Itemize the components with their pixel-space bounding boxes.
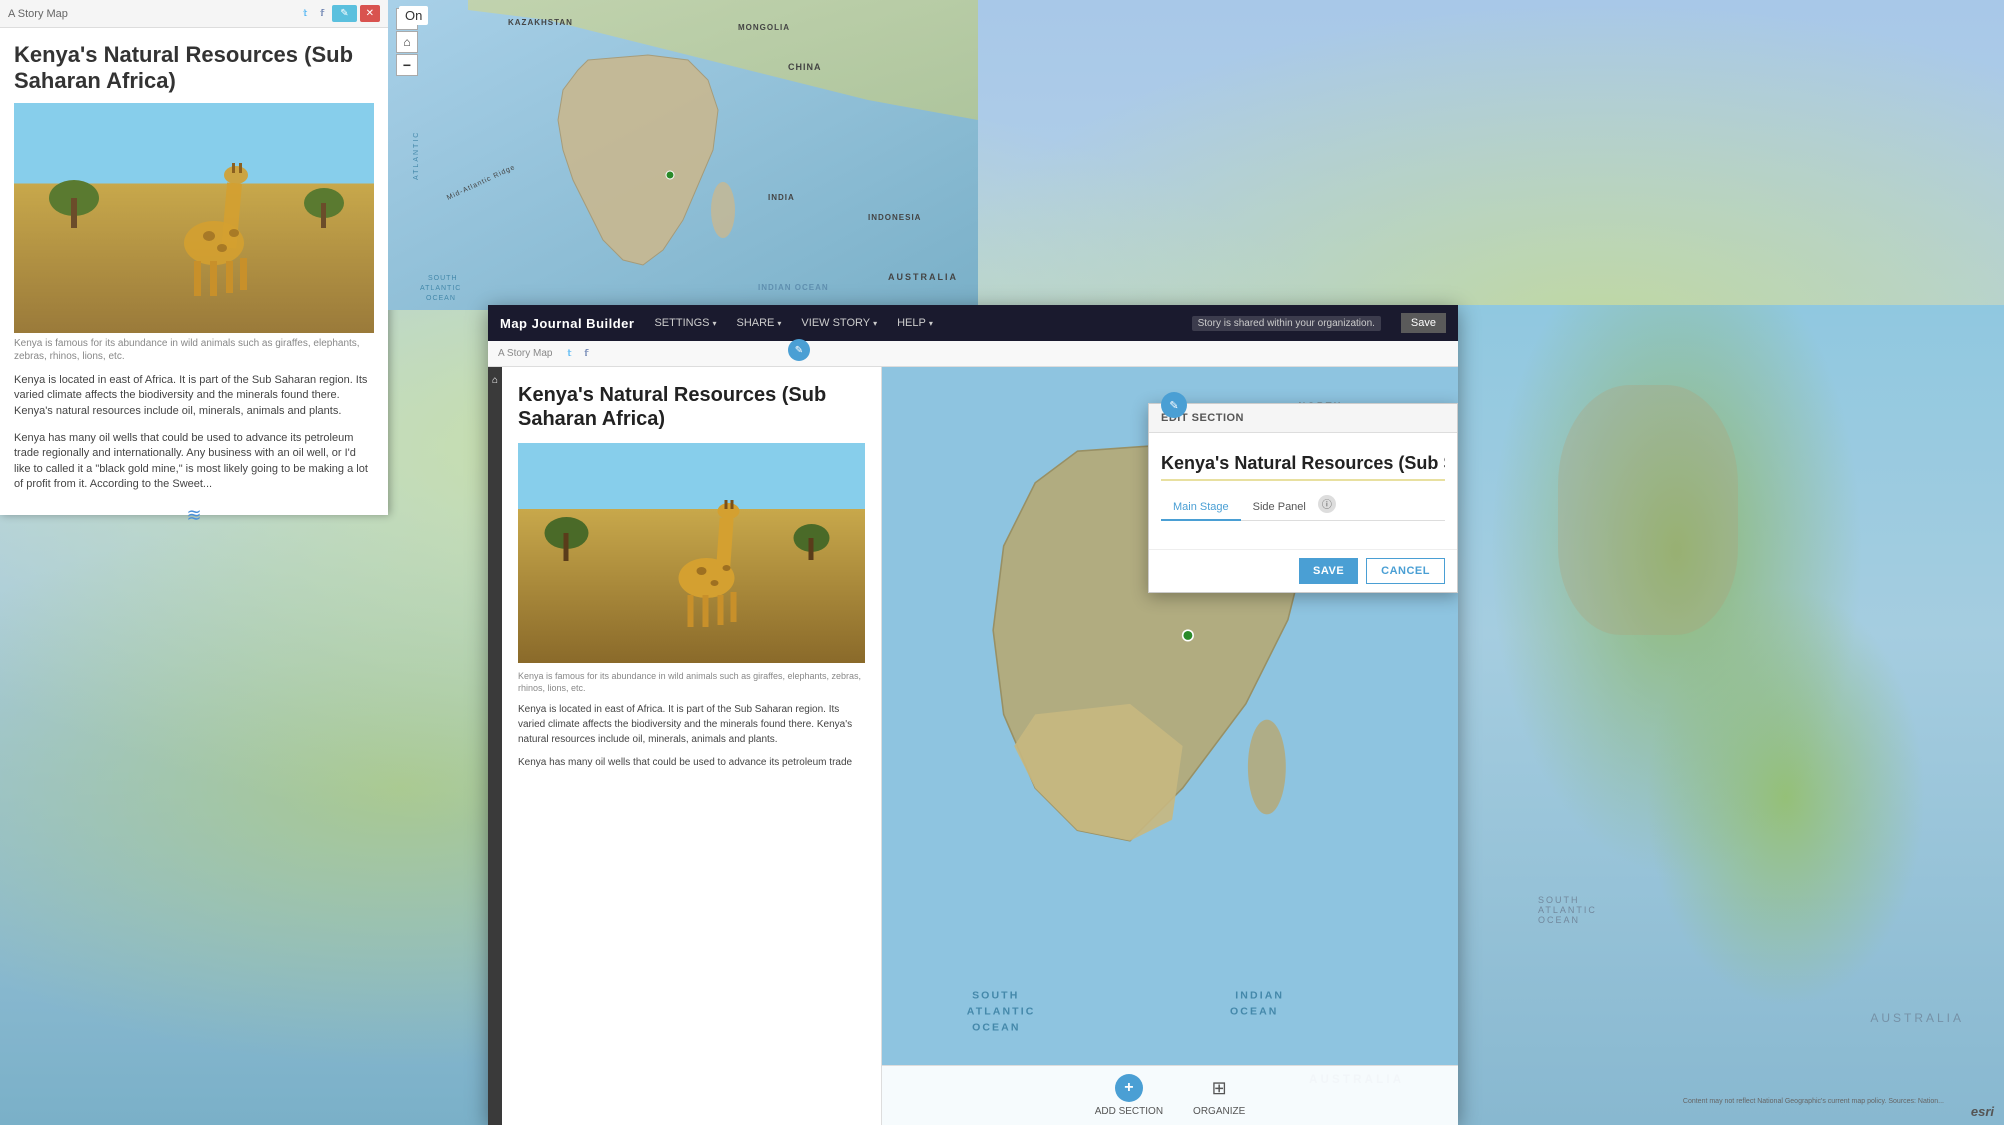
svg-text:OCEAN: OCEAN: [972, 1021, 1021, 1033]
svg-text:AUSTRALIA: AUSTRALIA: [888, 272, 958, 282]
close-button-left[interactable]: ✕: [360, 5, 380, 22]
save-button-header[interactable]: Save: [1401, 313, 1446, 333]
help-chevron: ▾: [929, 319, 933, 328]
view-story-label: VIEW STORY: [801, 317, 870, 329]
svg-text:ATLANTIC: ATLANTIC: [420, 285, 461, 292]
builder-left-image: [518, 443, 865, 663]
svg-text:CHINA: CHINA: [788, 62, 822, 72]
builder-overlay: Map Journal Builder SETTINGS ▾ SHARE ▾ V…: [488, 305, 1458, 1125]
builder-left-title: Kenya's Natural Resources (Sub Saharan A…: [518, 383, 865, 431]
svg-text:INDONESIA: INDONESIA: [868, 213, 921, 222]
help-nav[interactable]: HELP ▾: [897, 317, 933, 329]
twitter-icon-builder[interactable]: 𝕥: [562, 347, 576, 361]
tab-info-icon[interactable]: ⓘ: [1318, 495, 1336, 513]
top-map-content: KAZAKHSTAN MONGOLIA CHINA INDIA INDONESI…: [388, 0, 978, 310]
home-button-top[interactable]: ⌂: [396, 31, 418, 53]
builder-content: ⌂ Kenya's Natural Resources (Sub Saharan…: [488, 367, 1458, 1125]
modal-header: EDIT SECTION: [1149, 404, 1457, 433]
view-story-nav[interactable]: VIEW STORY ▾: [801, 317, 877, 329]
side-panel-tab[interactable]: Side Panel: [1241, 495, 1318, 521]
svg-text:INDIA: INDIA: [768, 193, 795, 202]
story-map-label-left: A Story Map: [8, 8, 68, 20]
edit-section-modal: ✎ EDIT SECTION Main Stage Side Panel ⓘ S…: [1148, 403, 1458, 593]
builder-giraffe-svg: [518, 443, 865, 663]
top-map-panel: KAZAKHSTAN MONGOLIA CHINA INDIA INDONESI…: [388, 0, 978, 310]
story-map-edit-icon[interactable]: ✎: [788, 339, 810, 361]
svg-text:OCEAN: OCEAN: [1230, 1005, 1279, 1017]
top-map-svg: KAZAKHSTAN MONGOLIA CHINA INDIA INDONESI…: [388, 0, 978, 310]
add-section-label: ADD SECTION: [1095, 1106, 1163, 1117]
south-atlantic-label: SOUTHATLANTICOCEAN: [1538, 895, 1597, 925]
add-circle-icon: +: [1115, 1074, 1143, 1102]
left-panel-caption: Kenya is famous for its abundance in wil…: [0, 333, 388, 367]
modal-edit-icon: ✎: [1161, 392, 1187, 418]
zoom-out-button-top[interactable]: −: [396, 54, 418, 76]
share-label: SHARE: [737, 317, 775, 329]
builder-header: Map Journal Builder SETTINGS ▾ SHARE ▾ V…: [488, 305, 1458, 341]
scroll-indicator: ≋: [0, 499, 388, 532]
svg-text:INDIAN OCEAN: INDIAN OCEAN: [758, 283, 829, 292]
organize-label: ORGANIZE: [1193, 1106, 1245, 1117]
settings-chevron: ▾: [712, 319, 716, 328]
edit-button-left[interactable]: ✎: [332, 5, 356, 22]
left-panel-header: A Story Map 𝕥 𝕗 ✎ ✕: [0, 0, 388, 28]
africa-shape-right: [1558, 385, 1738, 635]
svg-text:ATLANTIC: ATLANTIC: [967, 1005, 1036, 1017]
modal-footer: SAVE CANCEL: [1149, 549, 1457, 592]
social-icons-left: 𝕥 𝕗 ✎ ✕: [298, 5, 380, 22]
builder-right-map: SOUTH ATLANTIC OCEAN INDIAN OCEAN AUSTRA…: [882, 367, 1458, 1125]
story-shared-badge: Story is shared within your organization…: [1192, 316, 1381, 331]
svg-text:KAZAKHSTAN: KAZAKHSTAN: [508, 18, 573, 27]
svg-text:MONGOLIA: MONGOLIA: [738, 23, 790, 32]
organize-button[interactable]: ⊞ ORGANIZE: [1193, 1074, 1245, 1117]
left-background-panel: A Story Map 𝕥 𝕗 ✎ ✕ Kenya's Natural Reso…: [0, 0, 388, 515]
svg-text:SOUTH: SOUTH: [972, 990, 1019, 1002]
content-notice: Content may not reflect National Geograp…: [1683, 1098, 1944, 1105]
australia-right-label: AUSTRALIA: [1870, 1011, 1964, 1025]
svg-text:ATLANTIC: ATLANTIC: [413, 131, 420, 180]
help-label: HELP: [897, 317, 926, 329]
builder-title: Map Journal Builder: [500, 316, 634, 331]
add-section-button[interactable]: + ADD SECTION: [1095, 1074, 1163, 1117]
builder-left-text-2: Kenya has many oil wells that could be u…: [518, 755, 865, 770]
modal-tabs: Main Stage Side Panel ⓘ: [1161, 495, 1445, 521]
right-background-map: SOUTHATLANTICOCEAN AUSTRALIA esri Conten…: [1458, 305, 2004, 1125]
left-panel-title: Kenya's Natural Resources (Sub Saharan A…: [0, 28, 388, 103]
modal-title-input[interactable]: [1161, 449, 1445, 481]
facebook-icon-left[interactable]: 𝕗: [315, 7, 329, 21]
organize-grid-icon: ⊞: [1205, 1074, 1233, 1102]
modal-cancel-button[interactable]: CANCEL: [1366, 558, 1445, 584]
builder-left-text-1: Kenya is located in east of Africa. It i…: [518, 702, 865, 747]
story-map-label: A Story Map: [498, 348, 552, 359]
share-chevron: ▾: [777, 319, 781, 328]
left-panel-text-2: Kenya has many oil wells that could be u…: [0, 425, 388, 499]
add-section-bar: + ADD SECTION ⊞ ORGANIZE: [882, 1065, 1458, 1125]
main-stage-tab[interactable]: Main Stage: [1161, 495, 1241, 521]
modal-save-button[interactable]: SAVE: [1299, 558, 1358, 584]
svg-text:SOUTH: SOUTH: [428, 275, 458, 282]
share-nav[interactable]: SHARE ▾: [737, 317, 782, 329]
svg-text:OCEAN: OCEAN: [426, 295, 456, 302]
facebook-icon-builder[interactable]: 𝕗: [579, 347, 593, 361]
left-panel-text-1: Kenya is located in east of Africa. It i…: [0, 367, 388, 425]
on-label: On: [399, 6, 428, 25]
builder-left-caption: Kenya is famous for its abundance in wil…: [518, 671, 865, 694]
svg-text:INDIAN: INDIAN: [1235, 990, 1284, 1002]
builder-nav-sidebar: ⌂: [488, 367, 502, 1125]
giraffe-image-svg: [14, 103, 374, 333]
nav-home-icon[interactable]: ⌂: [492, 375, 498, 386]
modal-body: Main Stage Side Panel ⓘ: [1149, 433, 1457, 549]
social-icons-builder: 𝕥 𝕗: [562, 347, 593, 361]
builder-left-panel: Kenya's Natural Resources (Sub Saharan A…: [502, 367, 882, 1125]
story-map-bar: A Story Map 𝕥 𝕗: [488, 341, 1458, 367]
settings-label: SETTINGS: [654, 317, 709, 329]
twitter-icon-left[interactable]: 𝕥: [298, 7, 312, 21]
settings-nav[interactable]: SETTINGS ▾: [654, 317, 716, 329]
view-story-chevron: ▾: [873, 319, 877, 328]
left-panel-image: ⤢: [14, 103, 374, 333]
esri-brand-right: esri: [1971, 1104, 1994, 1119]
